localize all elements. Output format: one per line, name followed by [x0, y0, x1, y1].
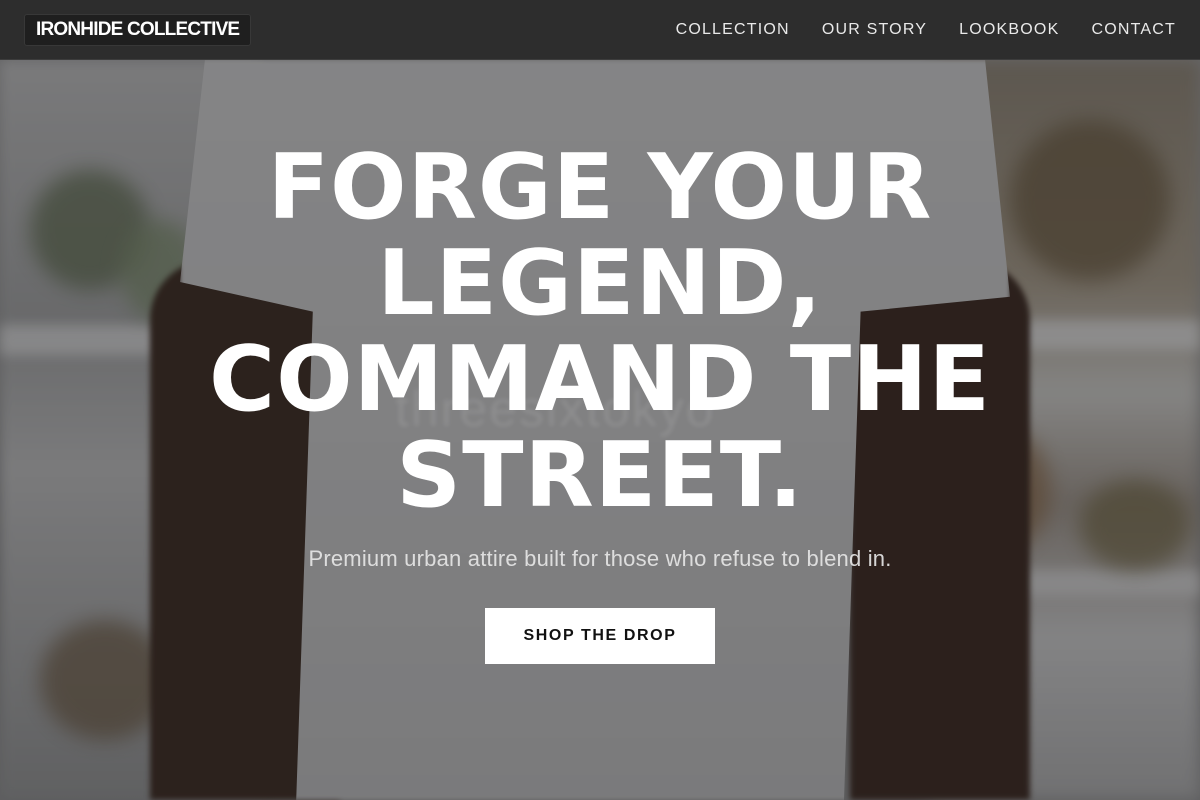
nav-link-collection[interactable]: COLLECTION	[676, 21, 790, 39]
nav-link-lookbook[interactable]: LOOKBOOK	[959, 21, 1059, 39]
hero-headline: FORGE YOUR LEGEND, COMMAND THE STREET.	[209, 135, 991, 528]
nav-links: COLLECTION OUR STORY LOOKBOOK CONTACT	[676, 21, 1176, 39]
hero-content: FORGE YOUR LEGEND, COMMAND THE STREET. P…	[0, 140, 1200, 664]
nav-link-our-story[interactable]: OUR STORY	[822, 21, 927, 39]
nav-link-contact[interactable]: CONTACT	[1091, 21, 1176, 39]
navbar: IRONHIDE COLLECTIVE COLLECTION OUR STORY…	[0, 0, 1200, 60]
brand-logo[interactable]: IRONHIDE COLLECTIVE	[24, 13, 252, 46]
shop-the-drop-button[interactable]: SHOP THE DROP	[485, 608, 715, 664]
hero-subtext: Premium urban attire built for those who…	[308, 546, 892, 571]
